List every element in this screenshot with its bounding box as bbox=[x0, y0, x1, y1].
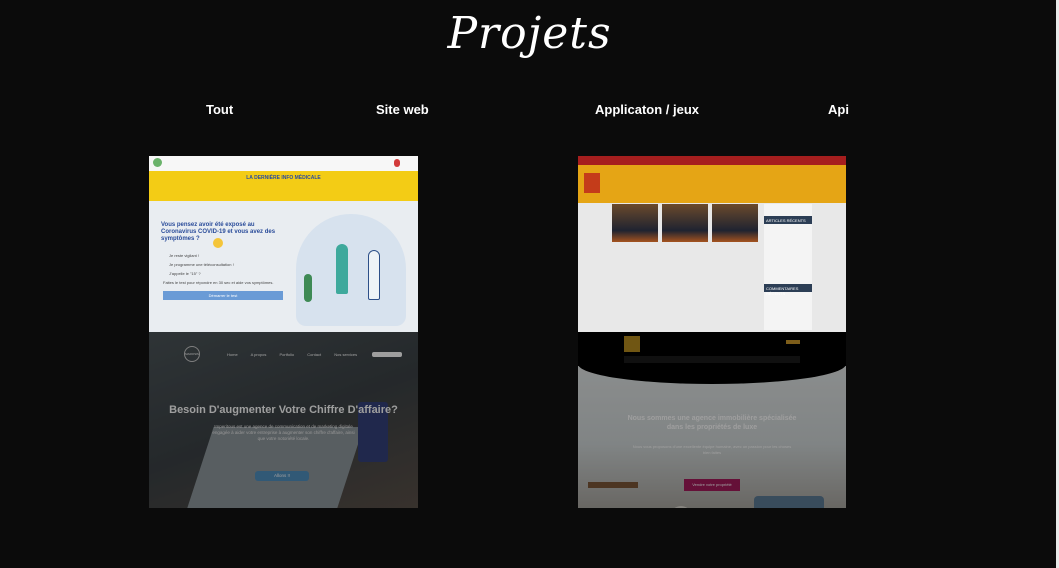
start-test-button: Démarrer le test bbox=[163, 291, 283, 300]
project-banner: LA DERNIÈRE INFO MÉDICALE bbox=[149, 171, 418, 201]
article-column bbox=[612, 204, 658, 242]
agency-heading: Besoin D'augmenter Votre Chiffre D'affai… bbox=[169, 404, 398, 416]
lamp-image bbox=[670, 506, 692, 508]
menu-item: Home bbox=[227, 352, 238, 357]
project-nav bbox=[624, 356, 800, 363]
project-sidebar: ARTICLES RÉCENTS COMMENTAIRES RÉCENTS bbox=[764, 204, 812, 330]
table-image bbox=[588, 482, 638, 488]
sidebar-heading: COMMENTAIRES RÉCENTS bbox=[764, 284, 812, 296]
social-icons bbox=[786, 340, 800, 344]
medical-illustration bbox=[296, 214, 406, 326]
article-image bbox=[712, 204, 758, 242]
sofa-image bbox=[754, 496, 824, 508]
sidebar-heading: ARTICLES RÉCENTS bbox=[764, 216, 812, 224]
banner-title: LA DERNIÈRE INFO MÉDICALE bbox=[246, 175, 321, 181]
project-card-newspaper[interactable]: ARTICLES RÉCENTS COMMENTAIRES RÉCENTS bbox=[578, 156, 846, 332]
logo-icon bbox=[624, 336, 640, 352]
project-header bbox=[578, 165, 846, 203]
project-topbar bbox=[578, 156, 846, 165]
agency-subtitle: Imperitous est une agence de communicati… bbox=[212, 424, 355, 441]
project-nav bbox=[149, 156, 418, 171]
filter-application-jeux[interactable]: Applicaton / jeux bbox=[595, 102, 699, 117]
article-column bbox=[662, 204, 708, 242]
project-line: Je programme une téléconsultation ! bbox=[169, 262, 234, 267]
project-question: Vous pensez avoir été exposé au Coronavi… bbox=[161, 222, 276, 242]
project-card-realestate[interactable]: Nous sommes une agence immobilière spéci… bbox=[578, 332, 846, 508]
logo-icon bbox=[153, 158, 162, 167]
menu-item: Contact bbox=[307, 352, 322, 357]
project-line: Faites le test pour répondre en 30 sec e… bbox=[163, 280, 274, 285]
agency-menu: Home A propos Portfolio Contact Nos serv… bbox=[227, 352, 369, 357]
agency-logo: MAROSIS bbox=[184, 346, 200, 362]
realestate-cta-button: Vendre votre propriété bbox=[684, 479, 740, 491]
badge-icon bbox=[394, 159, 400, 167]
filter-api[interactable]: Api bbox=[828, 102, 849, 117]
project-line: J'appelle le "15" ? bbox=[169, 271, 201, 276]
filter-tout[interactable]: Tout bbox=[206, 102, 233, 117]
logo-icon bbox=[584, 173, 600, 193]
search-bar bbox=[372, 352, 402, 357]
project-line: Je reste vigilant ! bbox=[169, 253, 200, 258]
doctor-figure bbox=[368, 250, 380, 300]
menu-item: Portfolio bbox=[279, 352, 295, 357]
realestate-subtitle: Nous vous proposons d'une excellente équ… bbox=[632, 444, 792, 455]
project-card-agency[interactable]: MAROSIS Home A propos Portfolio Contact … bbox=[149, 332, 418, 508]
nurse-figure bbox=[336, 244, 348, 294]
article-image bbox=[662, 204, 708, 242]
project-card-medical[interactable]: LA DERNIÈRE INFO MÉDICALE Vous pensez av… bbox=[149, 156, 418, 332]
article-column bbox=[712, 204, 758, 242]
agency-cta-button: Allons !! bbox=[255, 471, 309, 481]
plant-icon bbox=[304, 274, 312, 302]
filter-site-web[interactable]: Site web bbox=[376, 102, 429, 117]
realestate-heading: Nous sommes une agence immobilière spéci… bbox=[627, 415, 797, 431]
menu-item: Nos services bbox=[334, 352, 358, 357]
emoji-icon bbox=[213, 238, 223, 248]
menu-item: A propos bbox=[250, 352, 267, 357]
article-image bbox=[612, 204, 658, 242]
section-title: Projets bbox=[447, 8, 612, 59]
